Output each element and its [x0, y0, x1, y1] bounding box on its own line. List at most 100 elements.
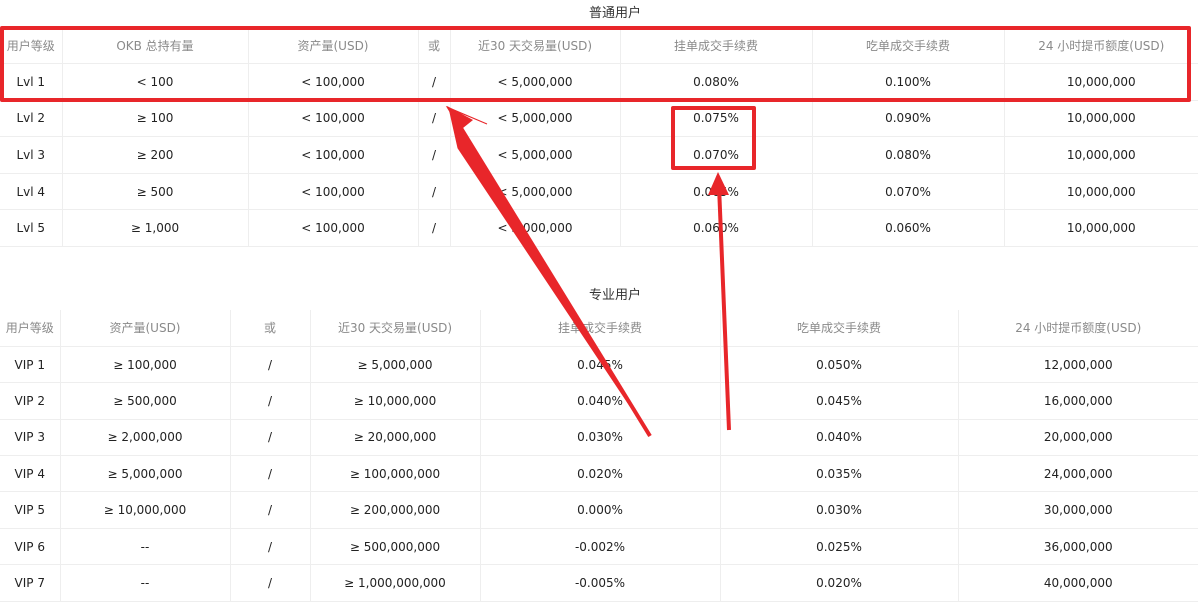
table-cell: VIP 2 — [0, 382, 61, 420]
table-cell: ≥ 20,000,000 — [310, 419, 481, 457]
table-row: VIP 4 ≥ 5,000,000/≥ 100,000,000 0.020% 0.03… — [0, 455, 1198, 493]
table-row: Lvl 5 ≥ 1,000 < 100,000/< 5,000,000 0.060% 0… — [0, 209, 1198, 248]
column-header: 24 小时提币额度(USD) — [958, 310, 1198, 347]
table-row: VIP 7 -- / ≥ 1,000,000,000 -0.005% 0.020% 40,0… — [0, 564, 1198, 602]
table-cell: / — [418, 209, 451, 248]
table-cell: 0.045% — [720, 382, 959, 420]
table-cell: ≥ 500 — [62, 173, 249, 211]
table-cell: Lvl 2 — [0, 100, 63, 138]
table-cell: ≥ 2,000,000 — [60, 419, 231, 457]
table-row: Lvl 3 ≥ 200 < 100,000/< 5,000,000 0.070% 0.0… — [0, 136, 1198, 174]
table-cell: -0.002% — [480, 528, 721, 566]
pro-header-row: 用户等级 资产量(USD) 或近30 天交易量(USD) 挂单成交手续费 吃单成交手续费… — [0, 310, 1198, 347]
table-cell: ≥ 100,000,000 — [310, 455, 481, 493]
table-cell: 0.040% — [720, 419, 959, 457]
table-cell: / — [418, 173, 451, 211]
table-cell: < 5,000,000 — [450, 136, 621, 174]
table-cell: ≥ 200,000,000 — [310, 491, 481, 529]
table-cell: 16,000,000 — [958, 382, 1198, 420]
table-cell: 0.020% — [720, 564, 959, 602]
table-cell: 10,000,000 — [1004, 136, 1198, 174]
table-cell: / — [230, 564, 311, 602]
table-cell: / — [230, 346, 311, 384]
table-cell: ≥ 10,000,000 — [60, 491, 231, 529]
table-cell: 36,000,000 — [958, 528, 1198, 566]
table-cell: 0.040% — [480, 382, 721, 420]
table-cell: Lvl 5 — [0, 209, 63, 248]
table-cell: 0.090% — [812, 100, 1005, 138]
table-cell: ≥ 100 — [62, 100, 249, 138]
table-cell: VIP 6 — [0, 528, 61, 566]
table-cell: Lvl 4 — [0, 173, 63, 211]
highlight-lvl1-row-box — [0, 26, 1191, 102]
table-cell: < 5,000,000 — [450, 209, 621, 248]
table-cell: ≥ 500,000 — [60, 382, 231, 420]
column-header: 挂单成交手续费 — [480, 310, 721, 347]
table-cell: -- — [60, 528, 231, 566]
regular-users-title: 普通用户 — [588, 6, 641, 21]
table-cell: Lvl 3 — [0, 136, 63, 174]
table-row: Lvl 4 ≥ 500 < 100,000/< 5,000,000 0.065% 0.0… — [0, 173, 1198, 211]
pro-fee-table: 用户等级 资产量(USD) 或近30 天交易量(USD) 挂单成交手续费 吃单成交手续费… — [0, 310, 1198, 602]
table-cell: 0.060% — [812, 209, 1005, 248]
table-cell: 10,000,000 — [1004, 100, 1198, 138]
table-cell: < 100,000 — [248, 136, 419, 174]
table-cell: ≥ 500,000,000 — [310, 528, 481, 566]
table-row: Lvl 2 ≥ 100 < 100,000/< 5,000,000 0.075% 0.0… — [0, 100, 1198, 138]
table-row: VIP 1 ≥ 100,000/≥ 5,000,000 0.045% 0.050% 12… — [0, 346, 1198, 384]
highlight-maker-fee-box — [671, 106, 756, 170]
column-header: 资产量(USD) — [60, 310, 231, 347]
table-cell: -0.005% — [480, 564, 721, 602]
table-cell: ≥ 200 — [62, 136, 249, 174]
table-cell: 0.025% — [720, 528, 959, 566]
table-cell: 0.035% — [720, 455, 959, 493]
table-cell: 10,000,000 — [1004, 209, 1198, 248]
table-cell: 0.050% — [720, 346, 959, 384]
table-cell: / — [418, 100, 451, 138]
table-cell: VIP 1 — [0, 346, 61, 384]
table-cell: VIP 7 — [0, 564, 61, 602]
table-cell: ≥ 1,000,000,000 — [310, 564, 481, 602]
table-cell: ≥ 10,000,000 — [310, 382, 481, 420]
table-cell: 24,000,000 — [958, 455, 1198, 493]
table-cell: 0.070% — [812, 173, 1005, 211]
table-row: VIP 6 -- / ≥ 500,000,000 -0.002% 0.025% 36,000… — [0, 528, 1198, 566]
table-cell: 20,000,000 — [958, 419, 1198, 457]
pro-users-title: 专业用户 — [588, 288, 641, 303]
table-cell: ≥ 5,000,000 — [60, 455, 231, 493]
table-cell: VIP 5 — [0, 491, 61, 529]
column-header: 用户等级 — [0, 310, 61, 347]
column-header: 吃单成交手续费 — [720, 310, 959, 347]
column-header: 近30 天交易量(USD) — [310, 310, 481, 347]
table-cell: 0.030% — [720, 491, 959, 529]
table-cell: < 5,000,000 — [450, 100, 621, 138]
table-cell: 0.080% — [812, 136, 1005, 174]
table-cell: < 100,000 — [248, 173, 419, 211]
table-cell: / — [230, 528, 311, 566]
table-cell: / — [418, 136, 451, 174]
table-cell: ≥ 100,000 — [60, 346, 231, 384]
table-cell: 0.000% — [480, 491, 721, 529]
table-cell: / — [230, 455, 311, 493]
table-row: VIP 5 ≥ 10,000,000/≥ 200,000,000 0.000% 0.0… — [0, 491, 1198, 529]
table-cell: < 5,000,000 — [450, 173, 621, 211]
table-row: VIP 3 ≥ 2,000,000/≥ 20,000,000 0.030% 0.040… — [0, 419, 1198, 457]
table-cell: 40,000,000 — [958, 564, 1198, 602]
table-cell: ≥ 5,000,000 — [310, 346, 481, 384]
table-cell: ≥ 1,000 — [62, 209, 249, 248]
table-cell: / — [230, 382, 311, 420]
table-cell: < 100,000 — [248, 209, 419, 248]
table-cell: 0.020% — [480, 455, 721, 493]
table-cell: < 100,000 — [248, 100, 419, 138]
table-cell: 0.045% — [480, 346, 721, 384]
table-cell: 0.030% — [480, 419, 721, 457]
table-cell: 10,000,000 — [1004, 173, 1198, 211]
table-cell: 0.060% — [620, 209, 813, 248]
table-cell: / — [230, 491, 311, 529]
table-cell: 0.065% — [620, 173, 813, 211]
table-cell: VIP 4 — [0, 455, 61, 493]
table-cell: -- — [60, 564, 231, 602]
table-cell: / — [230, 419, 311, 457]
table-cell: 30,000,000 — [958, 491, 1198, 529]
column-header: 或 — [230, 310, 311, 347]
